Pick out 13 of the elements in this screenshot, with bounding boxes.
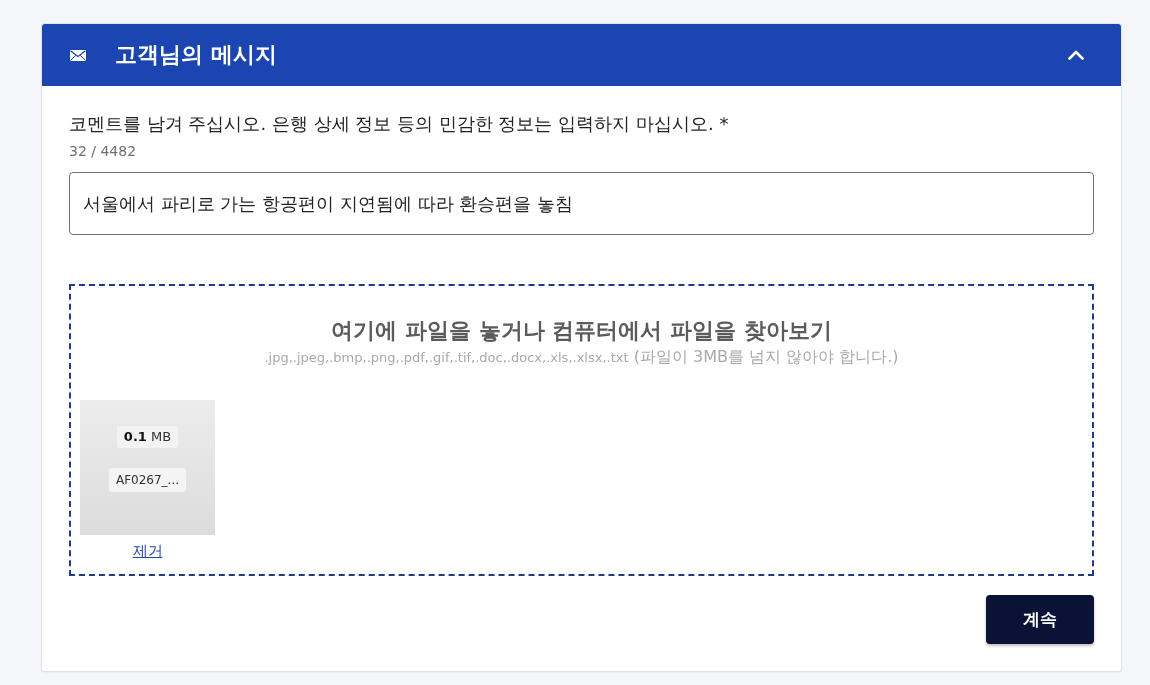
file-name: AF0267_... (108, 468, 187, 492)
comment-label: 코멘트를 남겨 주십시오. 은행 상세 정보 등의 민감한 정보는 입력하지 마십시오. * (69, 112, 729, 136)
character-counter: 32 / 4482 (69, 142, 137, 160)
file-drop-zone[interactable]: 여기에 파일을 놓거나 컴퓨터에서 파일을 찾아보기 .jpg,.jpeg,.bmp,.png,.pdf,.gif,.tif,.doc,.docx,.xls,.xlsx,.txt (파일이 3MB를 넘지 않아야 합니다.) 0.1 MB AF0267_... 제거 (69, 284, 1094, 576)
remove-file-link[interactable]: 제거 (132, 541, 163, 561)
file-requirements-text: .jpg,.jpeg,.bmp,.png,.pdf,.gif,.tif,.doc,.docx,.xls,.xlsx,.txt (파일이 3MB를 넘지 않아야 합니다.) (264, 347, 899, 368)
comment-input[interactable]: 서울에서 파리로 가는 항공편이 지연됨에 따라 환승편을 놓침 (69, 172, 1094, 235)
chevron-up-icon (1068, 50, 1084, 60)
drop-zone-title: 여기에 파일을 놓거나 컴퓨터에서 파일을 찾아보기 (331, 317, 832, 345)
file-size: 0.1 MB (116, 426, 179, 448)
continue-button[interactable]: 계속 (986, 595, 1094, 644)
envelope-icon (70, 49, 86, 61)
panel-title: 고객님의 메시지 (115, 41, 277, 69)
